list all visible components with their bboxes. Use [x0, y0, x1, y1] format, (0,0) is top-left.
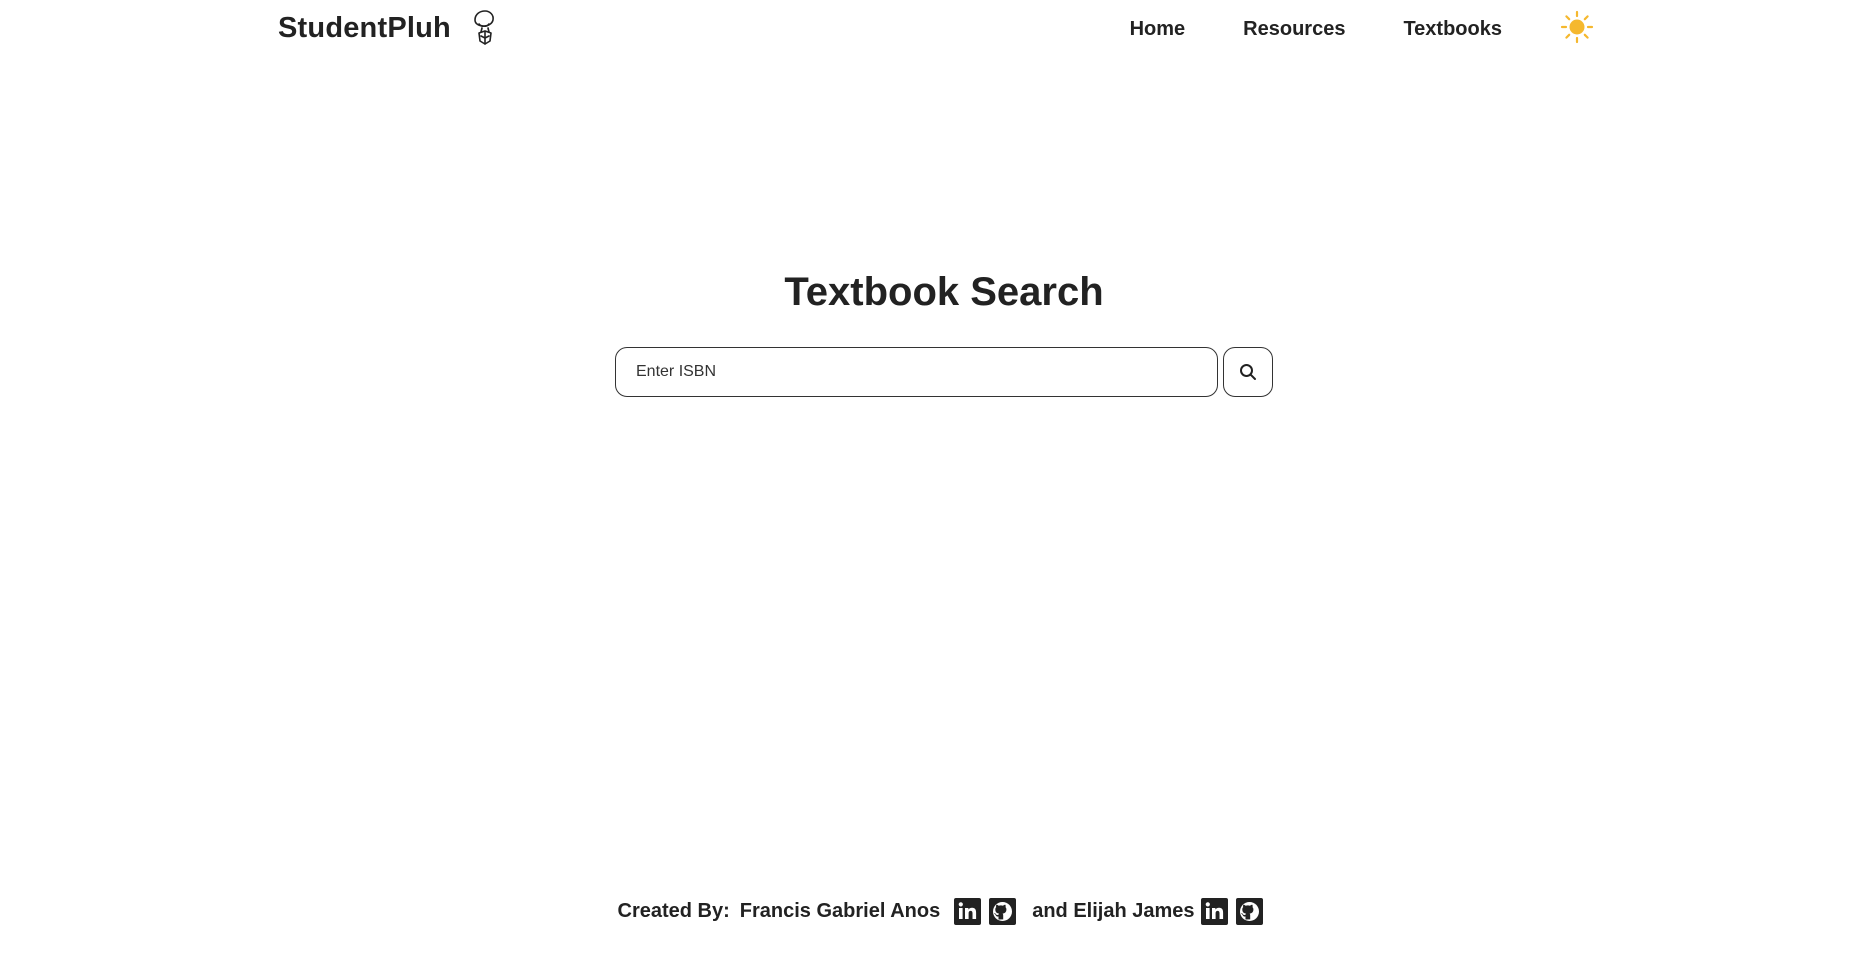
isbn-search-input[interactable] — [615, 347, 1218, 397]
nav-resources[interactable]: Resources — [1243, 18, 1345, 41]
mascot-icon — [469, 8, 499, 48]
site-header: StudentPluh Home Resources Textbooks — [278, 0, 1594, 58]
site-footer: Created By: Francis Gabriel Anos and Eli… — [0, 898, 1872, 925]
page-title: Textbook Search — [784, 270, 1104, 314]
github-icon[interactable] — [989, 898, 1017, 925]
nav-home[interactable]: Home — [1130, 18, 1186, 41]
search-button[interactable] — [1223, 347, 1273, 397]
linkedin-icon[interactable] — [954, 898, 982, 925]
linkedin-icon[interactable] — [1200, 898, 1228, 925]
sun-icon[interactable] — [1560, 10, 1594, 44]
search-bar — [615, 347, 1273, 397]
page: StudentPluh Home Resources Textbooks Tex… — [0, 0, 1872, 956]
github-icon[interactable] — [1235, 898, 1263, 925]
author-name-1: Francis Gabriel Anos — [739, 900, 941, 922]
brand-name: StudentPluh — [278, 11, 451, 44]
nav-textbooks[interactable]: Textbooks — [1403, 18, 1502, 41]
search-icon — [1240, 364, 1256, 380]
footer-label: Created By: — [617, 900, 730, 922]
author-name-2: and Elijah James — [1032, 900, 1195, 922]
brand-link[interactable]: StudentPluh — [278, 8, 499, 48]
main-nav: Home Resources Textbooks — [1130, 10, 1594, 44]
